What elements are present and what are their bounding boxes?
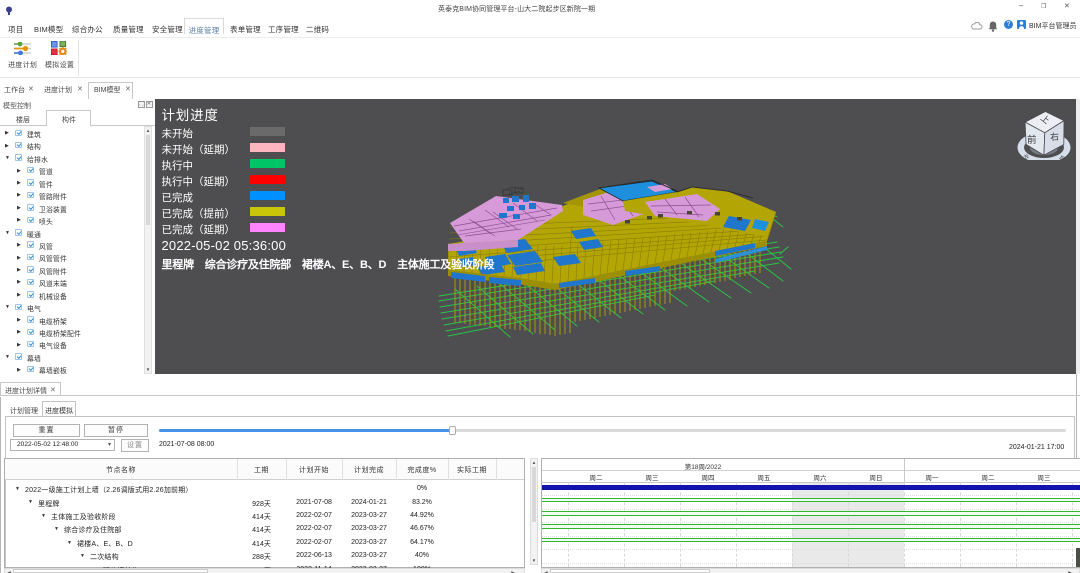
svg-text:右: 右: [1050, 131, 1060, 143]
svg-text:前: 前: [1027, 134, 1037, 146]
